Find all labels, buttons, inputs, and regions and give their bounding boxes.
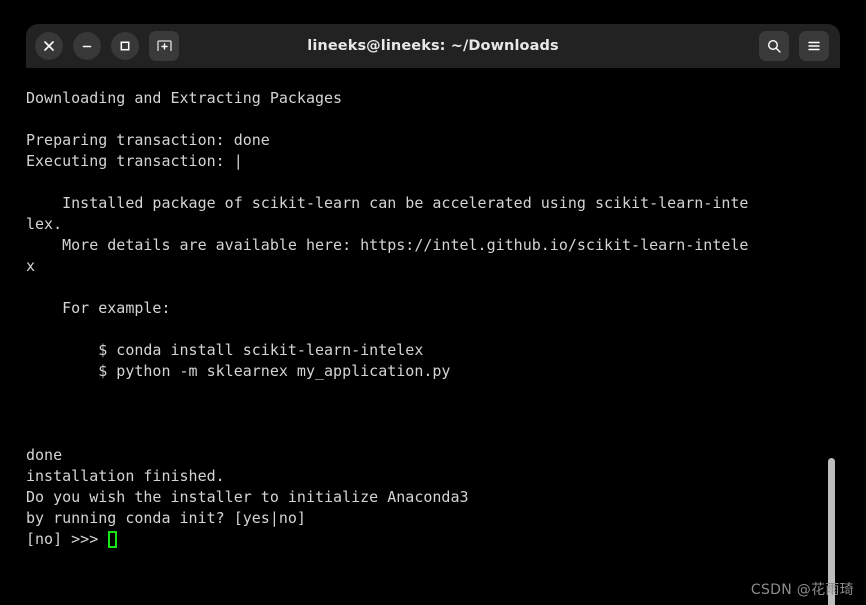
terminal-line-text: installation finished. (26, 467, 225, 485)
terminal-line: x (26, 256, 748, 277)
terminal-line-text: by running conda init? [yes|no] (26, 509, 306, 527)
hamburger-menu-icon (808, 41, 820, 51)
search-button[interactable] (759, 31, 789, 61)
terminal-line: by running conda init? [yes|no] (26, 508, 748, 529)
terminal-line-text: Installed package of scikit-learn can be… (26, 194, 749, 212)
terminal-line: $ python -m sklearnex my_application.py (26, 361, 748, 382)
close-button[interactable] (35, 32, 63, 60)
terminal-line: For example: (26, 298, 748, 319)
terminal-line: lex. (26, 214, 748, 235)
minimize-button[interactable] (73, 32, 101, 60)
watermark: CSDN @花雨琦 (750, 582, 854, 598)
terminal-line-text: $ conda install scikit-learn-intelex (26, 341, 424, 359)
terminal-line-text: Downloading and Extracting Packages (26, 89, 343, 107)
terminal-line-text: x (26, 257, 36, 275)
terminal-line: Installed package of scikit-learn can be… (26, 193, 748, 214)
maximize-icon (120, 41, 130, 51)
minimize-icon (82, 45, 92, 48)
title-bar: lineeks@lineeks: ~/Downloads (26, 24, 840, 68)
terminal-line-text: Executing transaction: | (26, 152, 243, 170)
terminal-line: [no] >>> (26, 529, 748, 550)
terminal-text: Downloading and Extracting Packages Prepa… (26, 88, 750, 550)
new-tab-icon (156, 39, 172, 51)
terminal-line-text: For example: (26, 299, 171, 317)
close-icon (44, 41, 54, 51)
terminal-line-text: Do you wish the installer to initialize … (26, 488, 469, 506)
terminal-line-text: lex. (26, 215, 63, 233)
titlebar-actions-group (759, 31, 829, 61)
terminal-line: More details are available here: https:/… (26, 235, 748, 256)
terminal-line-text: done (26, 446, 63, 464)
terminal-line-text: More details are available here: https:/… (26, 236, 749, 254)
terminal-window: lineeks@lineeks: ~/Downloads Downloading… (26, 24, 840, 605)
terminal-line: $ conda install scikit-learn-intelex (26, 340, 748, 361)
terminal-line: installation finished. (26, 466, 748, 487)
search-icon (767, 39, 781, 53)
new-tab-button[interactable] (149, 31, 179, 61)
menu-button[interactable] (799, 31, 829, 61)
terminal-cursor (108, 531, 118, 548)
scrollbar-track[interactable] (824, 68, 838, 605)
terminal-line: Executing transaction: | (26, 151, 748, 172)
terminal-line: Do you wish the installer to initialize … (26, 487, 748, 508)
terminal-line: done (26, 445, 748, 466)
terminal-line-text: $ python -m sklearnex my_application.py (26, 362, 451, 380)
terminal-line-text: [no] >>> (26, 530, 108, 548)
terminal-output-area[interactable]: Downloading and Extracting Packages Prepa… (26, 68, 840, 605)
maximize-button[interactable] (111, 32, 139, 60)
terminal-line: Downloading and Extracting Packages (26, 88, 748, 109)
terminal-line: Preparing transaction: done (26, 130, 748, 151)
terminal-line-text: Preparing transaction: done (26, 131, 270, 149)
window-controls-group (26, 31, 179, 61)
